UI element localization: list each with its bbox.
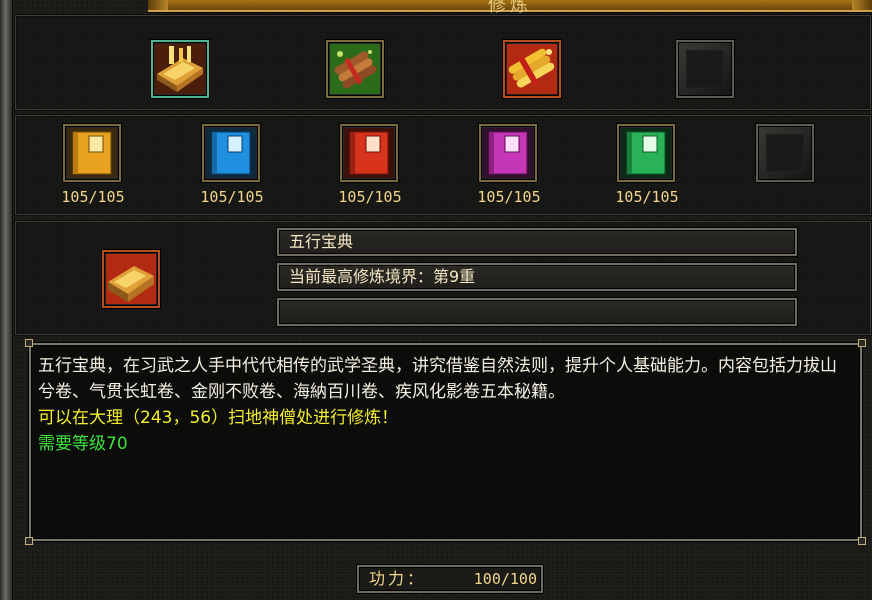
red-book-icon bbox=[344, 128, 394, 178]
top-item-panel bbox=[14, 14, 872, 111]
corner-ornament bbox=[25, 537, 33, 545]
book-panel bbox=[14, 114, 872, 216]
realm-field: 当前最高修炼境界：第9重 bbox=[276, 262, 798, 292]
purple-book-count: 105/105 bbox=[477, 188, 541, 206]
power-display: 功力： 100/100 bbox=[356, 564, 544, 594]
extra-field bbox=[276, 297, 798, 327]
green-book-icon bbox=[621, 128, 671, 178]
window-title-bar: 修炼 bbox=[148, 0, 872, 16]
slot-empty-top[interactable] bbox=[676, 40, 734, 98]
slot-green-book[interactable] bbox=[617, 124, 675, 182]
gold-scroll-bundle-icon bbox=[507, 44, 557, 94]
slot-purple-book[interactable] bbox=[479, 124, 537, 182]
scroll-bundle-icon bbox=[330, 44, 380, 94]
description-body: 五行宝典，在习武之人手中代代相传的武学圣典，讲究借鉴自然法则，提升个人基础能力。… bbox=[38, 356, 837, 402]
slot-scroll-bundle-gold[interactable] bbox=[503, 40, 561, 98]
yellow-book-count: 105/105 bbox=[61, 188, 125, 206]
wuxing-book-icon bbox=[106, 254, 156, 304]
description-text: 五行宝典，在习武之人手中代代相传的武学圣典，讲究借鉴自然法则，提升个人基础能力。… bbox=[38, 353, 853, 457]
corner-ornament bbox=[25, 339, 33, 347]
slot-empty-book[interactable] bbox=[756, 124, 814, 182]
slot-wuxing-book[interactable] bbox=[151, 40, 209, 98]
power-value: 100/100 bbox=[473, 570, 537, 588]
green-book-count: 105/105 bbox=[615, 188, 679, 206]
slot-scroll-bundle-red[interactable] bbox=[326, 40, 384, 98]
title-bar-right-cap bbox=[852, 0, 872, 10]
slot-blue-book[interactable] bbox=[202, 124, 260, 182]
purple-book-icon bbox=[483, 128, 533, 178]
blue-book-icon bbox=[206, 128, 256, 178]
window-left-border bbox=[0, 0, 13, 600]
slot-yellow-book[interactable] bbox=[63, 124, 121, 182]
corner-ornament bbox=[858, 537, 866, 545]
blue-book-count: 105/105 bbox=[200, 188, 264, 206]
level-requirement: 需要等级70 bbox=[38, 434, 128, 454]
power-label: 功力： bbox=[369, 569, 427, 588]
slot-red-book[interactable] bbox=[340, 124, 398, 182]
wuxing-book-icon bbox=[155, 44, 205, 94]
yellow-book-icon bbox=[67, 128, 117, 178]
corner-ornament bbox=[858, 339, 866, 347]
red-book-count: 105/105 bbox=[338, 188, 402, 206]
title-bar-left-cap bbox=[148, 0, 168, 10]
selected-item-slot[interactable] bbox=[102, 250, 160, 308]
item-name-field: 五行宝典 bbox=[276, 227, 798, 257]
training-location: 可以在大理（243，56）扫地神僧处进行修炼！ bbox=[38, 408, 399, 428]
